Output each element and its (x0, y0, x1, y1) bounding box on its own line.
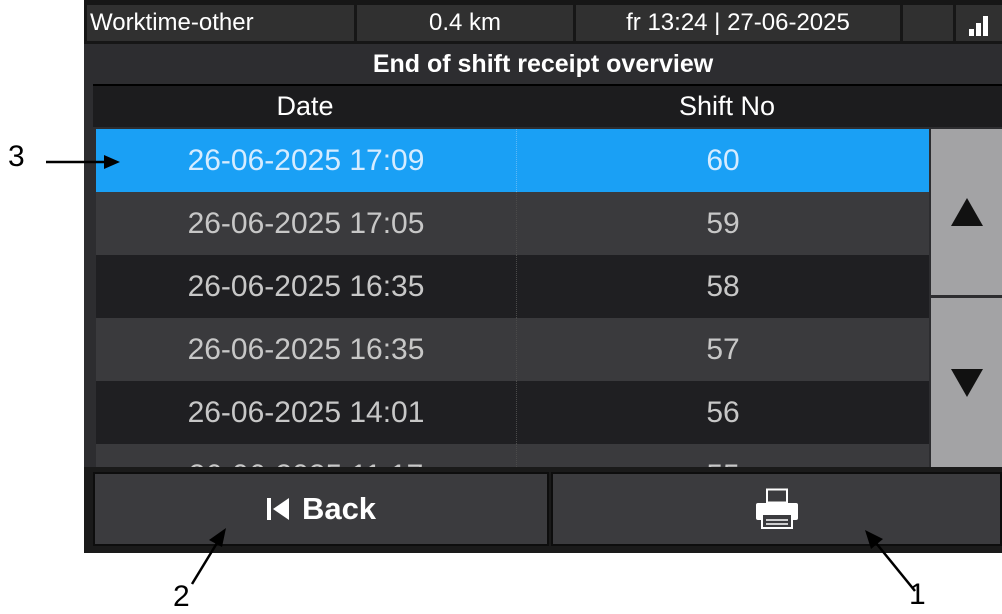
back-button[interactable]: Back (93, 472, 549, 546)
signal-strength-icon (956, 5, 1002, 41)
skip-back-icon (266, 498, 289, 520)
table-header: Date Shift No (93, 84, 1002, 127)
table-row[interactable]: 26-06-2025 17:05 59 (96, 192, 929, 255)
triangle-up-icon (950, 198, 983, 226)
row-date: 26-06-2025 17:05 (96, 192, 517, 255)
back-button-label: Back (301, 491, 377, 526)
status-blank-cell (903, 5, 953, 41)
work-mode-status: Worktime-other (87, 5, 354, 41)
receipt-list: 26-06-2025 17:09 60 26-06-2025 17:05 59 … (96, 129, 929, 467)
callout-2-label: 2 (173, 580, 190, 613)
row-shift-no: 57 (706, 333, 740, 366)
row-shift-no: 60 (706, 144, 740, 177)
status-bar: Worktime-other 0.4 km fr 13:24 | 27-06-2… (84, 0, 1002, 44)
row-date: 26-06-2025 16:35 (96, 255, 517, 318)
page-title: End of shift receipt overview (372, 50, 714, 78)
row-date: 26-06-2025 11:17 (96, 444, 517, 467)
callout-1-label: 1 (909, 578, 926, 611)
row-shift-no: 55 (517, 444, 929, 467)
row-shift-no: 59 (706, 207, 740, 240)
print-button[interactable] (551, 472, 1002, 546)
printer-icon (755, 488, 798, 529)
datetime-status: fr 13:24 | 27-06-2025 (576, 5, 900, 41)
table-row[interactable]: 26-06-2025 11:17 55 (96, 444, 929, 467)
table-row[interactable]: 26-06-2025 16:35 58 (96, 255, 929, 318)
column-header-shift-no: Shift No (678, 91, 776, 121)
scroll-down-button[interactable] (931, 298, 1002, 467)
row-shift-no: 58 (706, 270, 740, 303)
row-date: 26-06-2025 16:35 (96, 318, 517, 381)
triangle-down-icon (950, 368, 983, 397)
row-date: 26-06-2025 14:01 (96, 381, 517, 444)
column-header-date: Date (276, 91, 334, 121)
bottom-bar: Back (84, 467, 1002, 553)
table-row[interactable]: 26-06-2025 17:09 60 (96, 129, 929, 192)
row-shift-no: 56 (706, 396, 740, 429)
table-row[interactable]: 26-06-2025 14:01 56 (96, 381, 929, 444)
scroll-up-button[interactable] (931, 129, 1002, 295)
row-date: 26-06-2025 17:09 (96, 129, 517, 192)
device-screen: Worktime-other 0.4 km fr 13:24 | 27-06-2… (84, 0, 1002, 553)
callout-3-label: 3 (8, 140, 25, 173)
table-row[interactable]: 26-06-2025 16:35 57 (96, 318, 929, 381)
distance-status: 0.4 km (357, 5, 573, 41)
